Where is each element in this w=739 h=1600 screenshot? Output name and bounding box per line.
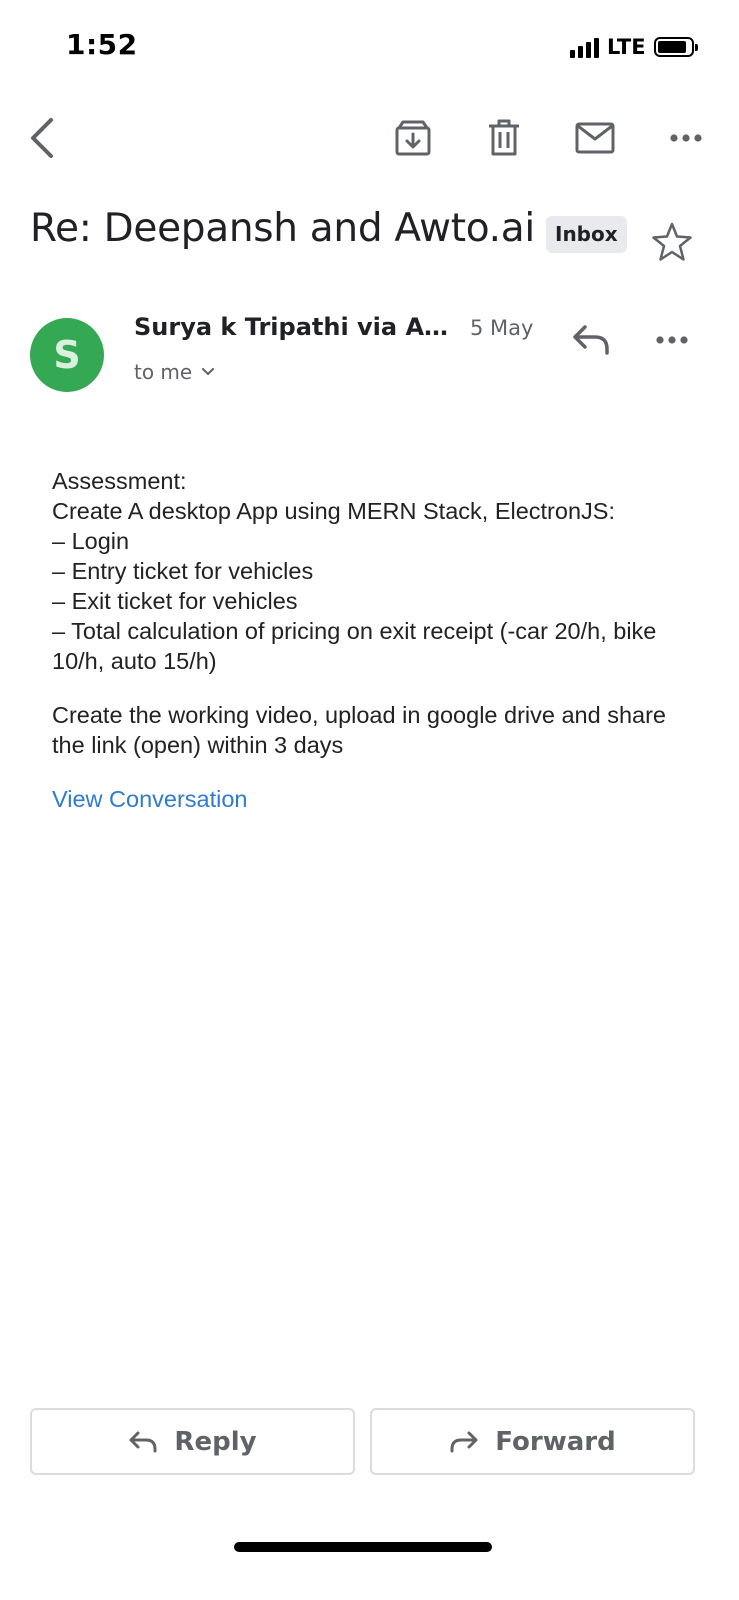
back-button[interactable]	[14, 110, 70, 166]
reply-label: Reply	[174, 1426, 257, 1457]
message-more-button[interactable]	[648, 316, 696, 364]
forward-button[interactable]: Forward	[370, 1408, 695, 1475]
reply-button[interactable]: Reply	[30, 1408, 355, 1475]
delete-icon	[489, 119, 519, 156]
status-bar: 1:52 LTE	[0, 0, 739, 90]
email-toolbar	[0, 110, 739, 170]
mail-icon	[575, 122, 615, 154]
message-reply-button[interactable]	[565, 316, 617, 364]
reply-icon	[129, 1431, 157, 1452]
star-button[interactable]	[650, 220, 694, 264]
view-conversation-link[interactable]: View Conversation	[52, 784, 248, 814]
sender-name[interactable]: Surya k Tripathi via Ang...	[134, 313, 456, 341]
recipient-details-toggle[interactable]: to me	[134, 360, 215, 384]
avatar[interactable]: S	[30, 318, 104, 392]
archive-icon	[395, 120, 431, 156]
forward-label: Forward	[495, 1426, 616, 1457]
status-indicators: LTE	[570, 34, 698, 60]
archive-button[interactable]	[385, 110, 441, 166]
recipient-text: to me	[134, 360, 193, 384]
email-subject: Re: Deepansh and Awto.ai	[30, 206, 535, 251]
body-paragraph: Assessment: Create A desktop App using M…	[52, 468, 657, 674]
network-type: LTE	[607, 35, 646, 59]
more-icon	[656, 336, 688, 344]
inbox-label[interactable]: Inbox	[546, 216, 627, 253]
reply-icon	[573, 325, 609, 355]
more-icon	[670, 134, 702, 142]
status-time: 1:52	[66, 28, 138, 61]
star-icon	[652, 222, 692, 261]
chevron-down-icon	[201, 367, 215, 377]
body-paragraph: Create the working video, upload in goog…	[52, 702, 667, 758]
mark-unread-button[interactable]	[567, 110, 623, 166]
more-options-button[interactable]	[658, 110, 714, 166]
back-icon	[31, 118, 53, 158]
subject-row: Re: Deepansh and Awto.ai Inbox	[30, 206, 710, 266]
message-body: Assessment: Create A desktop App using M…	[52, 466, 702, 814]
message-date: 5 May	[470, 316, 534, 340]
signal-icon	[570, 36, 599, 58]
forward-icon	[450, 1431, 478, 1452]
delete-button[interactable]	[476, 110, 532, 166]
battery-icon	[653, 37, 698, 57]
home-indicator[interactable]	[234, 1542, 492, 1552]
